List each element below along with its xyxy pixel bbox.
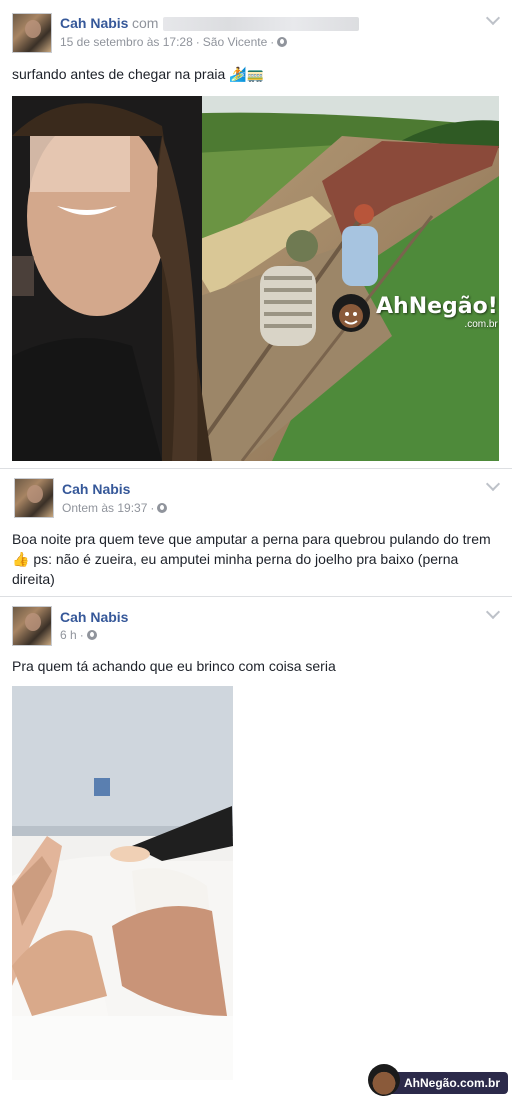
post-2: Cah Nabis Ontem às 19:37 · Boa noite pra… — [0, 469, 512, 597]
chevron-down-icon[interactable] — [485, 476, 501, 492]
with-label: com — [132, 15, 159, 31]
avatar[interactable] — [12, 606, 52, 646]
watermark-sub: .com.br — [464, 319, 498, 330]
globe-icon[interactable] — [157, 503, 168, 513]
globe-icon[interactable] — [86, 630, 97, 640]
avatar[interactable] — [12, 13, 52, 53]
post-photo-hospital-bed[interactable] — [12, 686, 233, 1080]
meta-separator: · — [150, 501, 155, 515]
facebook-feed: Cah Nabis com 15 de setembro às 17:28 · … — [0, 0, 512, 1102]
meta-separator: · — [79, 628, 84, 642]
meta-separator: · — [270, 35, 275, 49]
chevron-down-icon[interactable] — [485, 604, 501, 620]
location[interactable]: São Vicente — [203, 35, 268, 49]
timestamp[interactable]: 15 de setembro às 17:28 — [60, 35, 193, 49]
timestamp[interactable]: Ontem às 19:37 — [62, 501, 147, 515]
avatar[interactable] — [14, 478, 54, 518]
tagged-friend-redacted — [163, 17, 359, 31]
globe-icon[interactable] — [277, 37, 288, 47]
post-photo-train-selfie[interactable]: AhNegão! .com.br — [12, 96, 499, 461]
watermark-text: AhNegão! — [376, 294, 498, 319]
site-brand-badge[interactable]: AhNegão.com.br — [367, 1064, 508, 1096]
post-1: Cah Nabis com 15 de setembro às 17:28 · … — [0, 0, 512, 469]
post-text: Pra quem tá achando que eu brinco com co… — [12, 658, 336, 674]
mascot-icon — [367, 1064, 400, 1096]
author-name[interactable]: Cah Nabis — [60, 609, 128, 625]
post-text: surfando antes de chegar na praia 🏄🚃 — [12, 66, 265, 82]
author-name[interactable]: Cah Nabis — [62, 481, 130, 497]
author-name[interactable]: Cah Nabis — [60, 15, 128, 31]
mascot-icon — [332, 294, 370, 332]
photo-watermark: AhNegão! .com.br — [330, 291, 498, 333]
post-text: Boa noite pra quem teve que amputar a pe… — [12, 531, 491, 587]
post-meta: 15 de setembro às 17:28 · São Vicente · — [60, 35, 288, 49]
brand-text: AhNegão.com.br — [403, 1076, 500, 1090]
post-meta: Ontem às 19:37 · — [62, 501, 168, 515]
timestamp[interactable]: 6 h — [60, 628, 77, 642]
meta-separator: · — [195, 35, 200, 49]
train-photo-illustration — [12, 96, 499, 461]
chevron-down-icon[interactable] — [485, 10, 501, 26]
hospital-photo-illustration — [12, 686, 233, 1080]
post-meta: 6 h · — [60, 628, 97, 642]
